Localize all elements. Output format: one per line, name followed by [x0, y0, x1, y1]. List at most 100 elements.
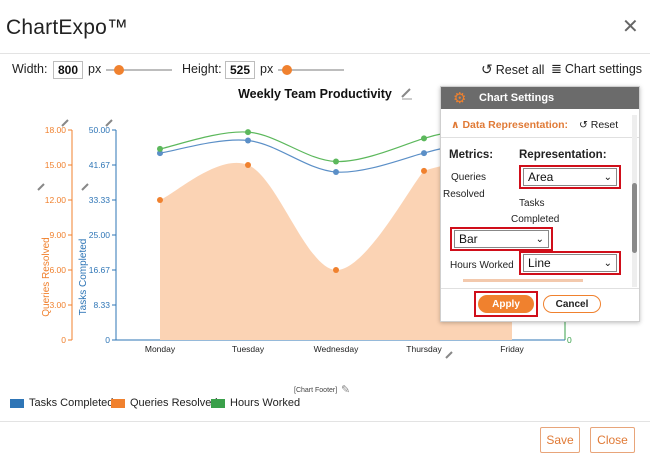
y-tick-label: 0 [61, 335, 66, 345]
x-tick-label: Thursday [406, 344, 442, 354]
reset-icon: ↺ [481, 61, 493, 77]
chart-footer[interactable]: [Chart Footer] [294, 387, 337, 394]
data-point [333, 169, 339, 175]
apply-button[interactable]: Apply [478, 295, 534, 313]
close-icon[interactable]: ✕ [622, 16, 639, 38]
section-data-representation[interactable]: ∧ Data Representation: [451, 119, 568, 131]
width-slider-knob[interactable] [114, 65, 124, 75]
metric-hours-worked: Hours Worked [450, 260, 514, 271]
legend-swatch [111, 398, 125, 408]
data-point [245, 162, 251, 168]
app-title: ChartExpo™ [6, 16, 129, 39]
series-line [159, 139, 469, 173]
data-point [421, 135, 427, 142]
chart-title: Weekly Team Productivity [238, 87, 392, 101]
legend-label: Tasks Completed [29, 397, 114, 409]
y-tick-label: 25.00 [89, 230, 111, 240]
height-unit: px [260, 62, 274, 76]
y-tick-label: 8.33 [93, 300, 110, 310]
series-lines [159, 128, 469, 173]
data-point [421, 150, 427, 157]
y-tick-label: 41.67 [89, 160, 111, 170]
x-tick-label: Tuesday [232, 344, 265, 354]
series-line [159, 128, 469, 163]
legend-label: Hours Worked [230, 397, 301, 409]
metric-tasks-line2: Completed [511, 214, 560, 225]
dropdown-value: Bar [459, 232, 478, 246]
edit-pencil-icon[interactable] [445, 351, 453, 359]
legend-label: Queries Resolved [130, 397, 218, 409]
metrics-header: Metrics: [449, 149, 494, 161]
data-point [157, 197, 163, 203]
y-tick-label: 0 [567, 335, 572, 345]
metric-queries-line2: Resolved [443, 189, 485, 200]
x-tick-label: Monday [145, 344, 176, 354]
x-tick-label: Friday [500, 344, 524, 354]
data-point [245, 129, 251, 136]
reset-all-label: Reset all [495, 62, 545, 77]
dropdown-value: Line [528, 256, 551, 270]
legend-item-tasks-completed: Tasks Completed [10, 397, 113, 409]
y-tick-label: 50.00 [89, 125, 111, 135]
chevron-up-icon: ∧ [451, 119, 460, 131]
sliders-icon: ≣ [551, 61, 562, 76]
edit-pencil-icon[interactable] [81, 183, 89, 191]
y-tick-label: 18.00 [45, 125, 67, 135]
chart-settings-label: Chart settings [564, 62, 643, 76]
chart-settings-button[interactable]: ≣ Chart settings [551, 61, 642, 77]
footer-divider [0, 421, 650, 422]
y-tick-label: 12.00 [45, 195, 67, 205]
legend-item-queries-resolved: Queries Resolved [111, 397, 217, 409]
header-divider [0, 53, 650, 54]
legend-item-hours-worked: Hours Worked [211, 397, 300, 409]
height-label: Height: [182, 62, 222, 76]
panel-divider [441, 288, 639, 289]
y-axis-label-tasks: Tasks Completed [78, 239, 89, 316]
metric-tasks-line1: Tasks [519, 198, 545, 209]
collapsed-section-peek [463, 279, 583, 282]
y-tick-label: 16.67 [89, 265, 111, 275]
representation-dropdown-queries[interactable]: Area ⌄ [523, 168, 617, 186]
width-unit: px [88, 62, 102, 76]
save-button[interactable]: Save [540, 427, 580, 453]
reset-icon: ↺ [579, 119, 588, 131]
section-reset-button[interactable]: ↺ Reset [579, 119, 618, 131]
data-point [421, 167, 427, 174]
x-tick-label: Wednesday [314, 344, 359, 354]
representation-dropdown-tasks[interactable]: Bar ⌄ [454, 230, 549, 248]
y-tick-label: 0 [105, 335, 110, 345]
y-tick-label: 33.33 [89, 195, 111, 205]
x-tick-labels: Monday Tuesday Wednesday Thursday Friday [145, 344, 525, 354]
y-axis-label-queries: Queries Resolved [41, 237, 52, 316]
edit-pencil-icon[interactable]: ✎ [341, 383, 350, 396]
edit-pencil-icon[interactable] [37, 183, 45, 191]
data-point [245, 137, 251, 144]
representation-dropdown-hours[interactable]: Line ⌄ [523, 254, 617, 272]
metric-queries-line1: Queries [451, 172, 487, 183]
chart-settings-panel: ⚙ Chart Settings ∧ Data Representation: … [440, 86, 640, 322]
legend-swatch [211, 398, 225, 408]
section-reset-label: Reset [590, 119, 619, 131]
data-point [333, 158, 339, 165]
representation-header: Representation: [519, 149, 607, 161]
legend-swatch [10, 398, 24, 408]
height-slider-knob[interactable] [282, 65, 292, 75]
data-point [333, 267, 339, 273]
width-label: Width: [12, 62, 48, 76]
cancel-button[interactable]: Cancel [543, 295, 601, 313]
width-input[interactable]: 800 [53, 61, 83, 79]
chevron-down-icon: ⌄ [603, 257, 612, 269]
edit-pencil-icon[interactable] [401, 88, 412, 100]
reset-all-button[interactable]: ↺ Reset all [481, 61, 544, 78]
gear-icon: ⚙ [453, 90, 467, 107]
height-input[interactable]: 525 [225, 61, 255, 79]
y-tick-label: 15.00 [45, 160, 67, 170]
settings-scroll-thumb[interactable] [632, 183, 637, 253]
section-label: Data Representation: [462, 119, 569, 131]
settings-title: Chart Settings [479, 92, 555, 104]
dropdown-value: Area [528, 170, 554, 184]
panel-divider [441, 137, 639, 138]
close-button[interactable]: Close [590, 427, 635, 453]
data-point [157, 145, 163, 152]
chevron-down-icon: ⌄ [603, 171, 612, 183]
